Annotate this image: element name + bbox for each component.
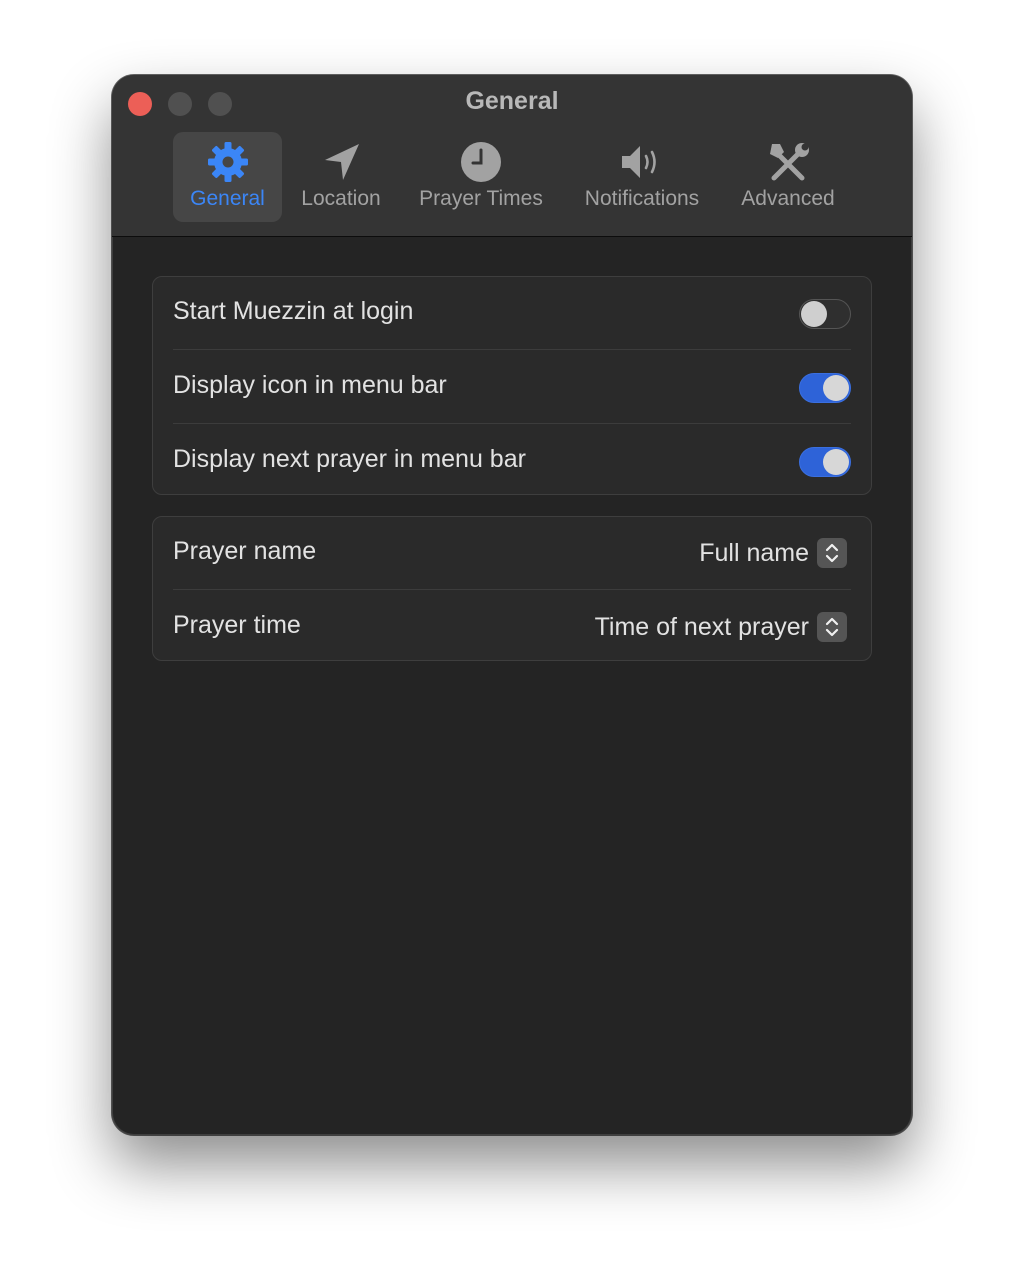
speaker-icon: [622, 146, 656, 178]
clock-icon: [461, 142, 501, 182]
tab-prayer-times[interactable]: Prayer Times: [408, 132, 554, 222]
prayer-time-label: Prayer time: [173, 611, 301, 639]
preferences-toolbar: General Location Prayer Times Notificati…: [112, 132, 912, 224]
row-divider: [173, 589, 851, 590]
startup-settings-group: Start Muezzin at login Display icon in m…: [152, 276, 872, 495]
tab-location[interactable]: Location: [292, 132, 390, 222]
tab-notifications[interactable]: Notifications: [571, 132, 713, 222]
start-at-login-row: Start Muezzin at login: [173, 277, 851, 350]
tools-icon: [770, 143, 809, 181]
titlebar: General General Location Prayer Times No…: [112, 75, 912, 237]
tab-advanced[interactable]: Advanced: [731, 132, 845, 222]
chevron-up-down-icon: [817, 612, 847, 642]
tab-location-label: Location: [301, 187, 381, 210]
prayer-name-popup[interactable]: Full name: [699, 535, 847, 571]
gear-icon: [207, 142, 248, 182]
display-icon-label: Display icon in menu bar: [173, 371, 447, 399]
display-icon-toggle[interactable]: [799, 373, 851, 403]
prayer-time-popup[interactable]: Time of next prayer: [595, 609, 847, 645]
window-title: General: [465, 87, 559, 115]
start-at-login-toggle[interactable]: [799, 299, 851, 329]
prayer-name-row: Prayer name Full name: [173, 517, 851, 590]
prayer-name-value: Full name: [699, 538, 809, 567]
start-at-login-label: Start Muezzin at login: [173, 297, 414, 325]
tab-advanced-label: Advanced: [741, 187, 835, 210]
display-settings-group: Prayer name Full name Prayer time Time o…: [152, 516, 872, 661]
row-divider: [173, 349, 851, 350]
tab-general-label: General: [190, 187, 265, 210]
display-icon-row: Display icon in menu bar: [173, 351, 851, 424]
display-next-prayer-row: Display next prayer in menu bar: [173, 425, 851, 498]
prayer-time-row: Prayer time Time of next prayer: [173, 591, 851, 664]
tab-notifications-label: Notifications: [584, 187, 700, 210]
display-next-prayer-label: Display next prayer in menu bar: [173, 445, 526, 473]
tab-general[interactable]: General: [173, 132, 282, 222]
tab-prayer-times-label: Prayer Times: [419, 187, 543, 210]
location-arrow-icon: [325, 144, 359, 180]
prayer-time-value: Time of next prayer: [594, 612, 809, 641]
row-divider: [173, 423, 851, 424]
settings-window: General General Location Prayer Times No…: [112, 75, 912, 1135]
chevron-up-down-icon: [817, 538, 847, 568]
display-next-prayer-toggle[interactable]: [799, 447, 851, 477]
prayer-name-label: Prayer name: [173, 537, 317, 565]
